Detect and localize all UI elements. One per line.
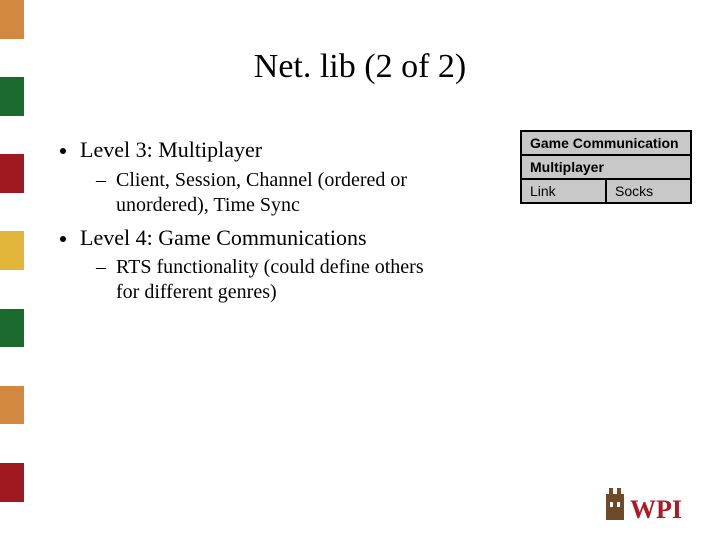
sidebar-seg bbox=[0, 424, 24, 463]
bullet-text: Level 3: Multiplayer bbox=[80, 136, 262, 164]
layer-diagram: Game Communication Multiplayer Link Sock… bbox=[520, 132, 692, 204]
sub-bullet-text: Client, Session, Channel (ordered or uno… bbox=[116, 168, 436, 218]
sidebar-seg bbox=[0, 193, 24, 232]
diagram-row: Multiplayer bbox=[520, 154, 692, 180]
sidebar-seg bbox=[0, 463, 24, 502]
bullet-dot-icon bbox=[60, 148, 66, 154]
sidebar-seg bbox=[0, 154, 24, 193]
dash-icon: – bbox=[96, 168, 106, 193]
sub-bullet-item: – RTS functionality (could define others… bbox=[96, 255, 460, 305]
sidebar-seg bbox=[0, 347, 24, 386]
dash-icon: – bbox=[96, 255, 106, 280]
sub-bullet-item: – Client, Session, Channel (ordered or u… bbox=[96, 168, 460, 218]
svg-text:WPI: WPI bbox=[630, 495, 682, 524]
bullet-item: Level 3: Multiplayer bbox=[60, 136, 460, 164]
sidebar-seg bbox=[0, 270, 24, 309]
diagram-cell: Socks bbox=[605, 178, 692, 204]
bullet-item: Level 4: Game Communications bbox=[60, 224, 460, 252]
bullet-dot-icon bbox=[60, 236, 66, 242]
sidebar-seg bbox=[0, 309, 24, 348]
diagram-cell: Link bbox=[520, 178, 607, 204]
sidebar-seg bbox=[0, 502, 24, 540]
wpi-logo: WPI bbox=[600, 486, 700, 526]
diagram-row: Game Communication bbox=[520, 130, 692, 156]
sidebar-seg bbox=[0, 231, 24, 270]
sub-bullet-text: RTS functionality (could define others f… bbox=[116, 255, 436, 305]
slide-title: Net. lib (2 of 2) bbox=[0, 48, 720, 86]
sidebar-seg bbox=[0, 116, 24, 155]
sidebar-seg bbox=[0, 386, 24, 425]
slide-content: Level 3: Multiplayer – Client, Session, … bbox=[60, 130, 460, 305]
bullet-text: Level 4: Game Communications bbox=[80, 224, 367, 252]
wpi-logo-icon: WPI bbox=[600, 486, 700, 526]
sidebar-seg bbox=[0, 0, 24, 39]
diagram-bottom-row: Link Socks bbox=[520, 178, 692, 204]
